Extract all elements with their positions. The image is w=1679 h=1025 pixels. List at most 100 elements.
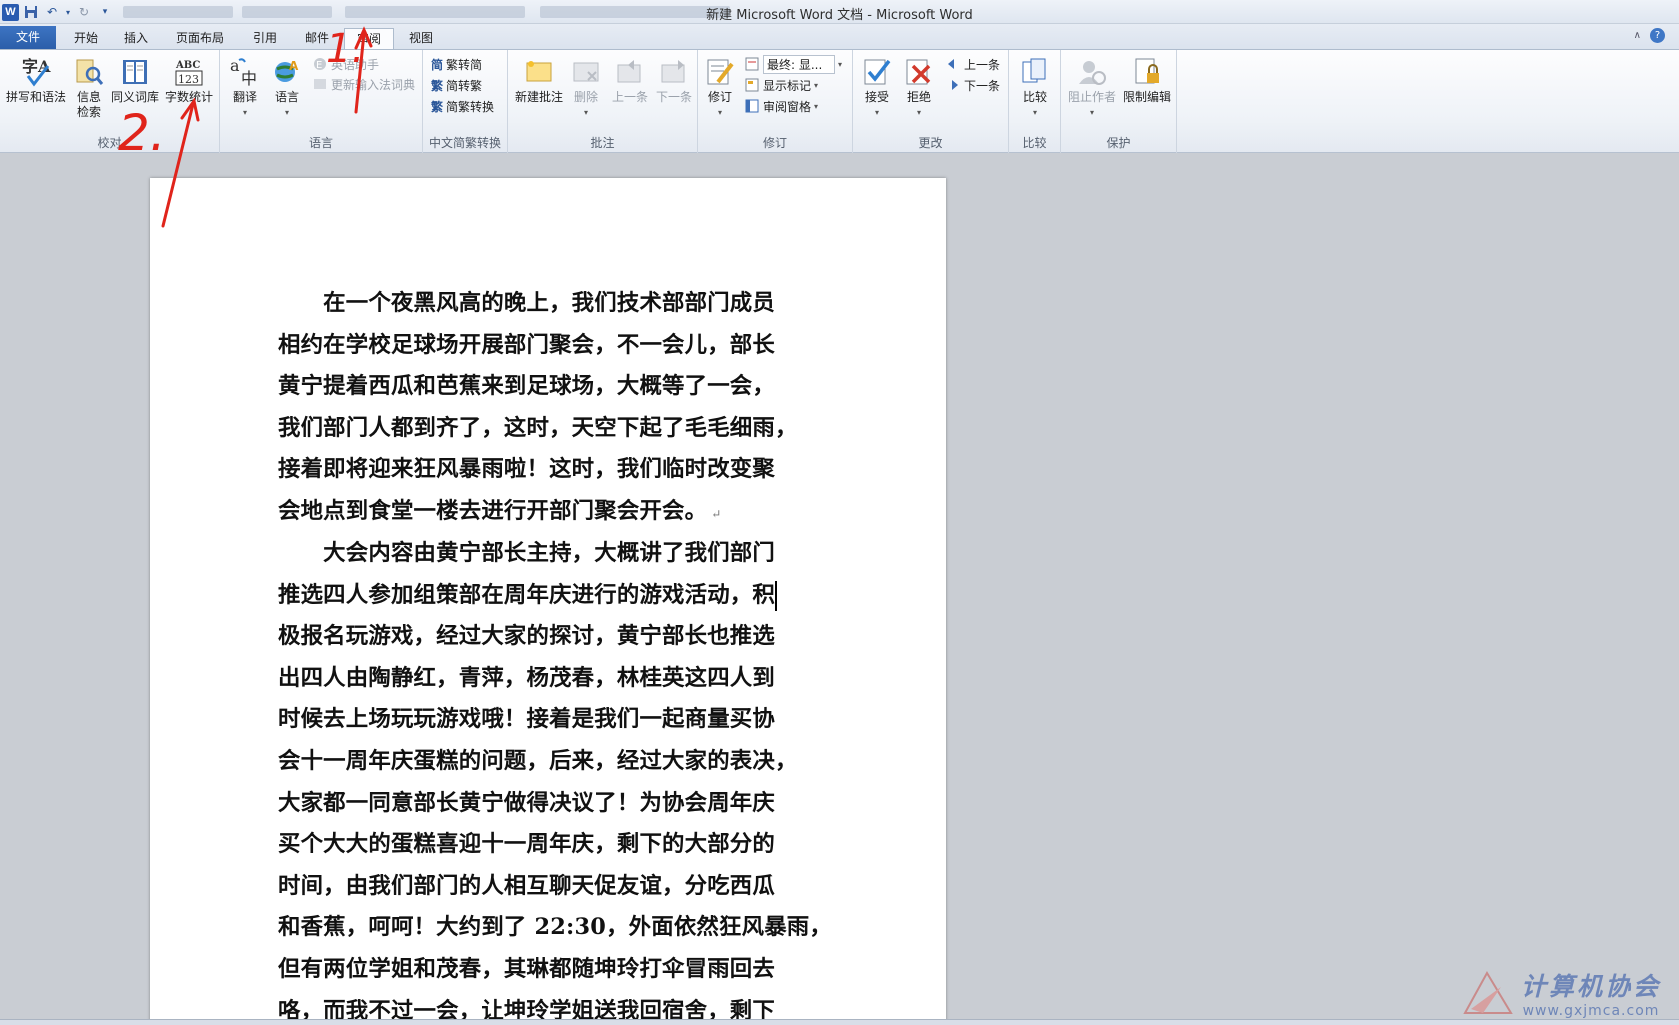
display-for-review-select[interactable]: 最终: 显... ▾ — [744, 54, 842, 74]
text-line: 黄宁提着西瓜和芭蕉来到足球场，大概等了一会， — [278, 373, 775, 400]
reviewing-pane-dropdown-icon: ▾ — [814, 101, 819, 111]
show-markup-button[interactable]: 显示标记 ▾ — [744, 75, 818, 95]
document-paragraph-1[interactable]: 在一个夜黑风高的晚上，我们技术部部门成员 相约在学校足球场开展部门聚会，不一会儿… — [278, 283, 838, 533]
conversion-icon: 繁 — [431, 99, 444, 114]
restrict-editing-lock-icon — [1135, 58, 1159, 84]
word-count-button[interactable]: ABC 123 字数统计 — [160, 56, 218, 105]
restrict-editing-button[interactable]: 限制编辑 — [1119, 56, 1175, 105]
reject-icon — [906, 59, 931, 85]
accept-icon — [864, 59, 891, 85]
previous-comment-button[interactable]: 上一条 — [608, 56, 652, 105]
group-language: a中 翻译 ▾ A 语言 ▾ E 英语助手 更新输入法词典 语言 — [220, 50, 423, 153]
minimize-ribbon-icon[interactable]: ∧ — [1634, 30, 1641, 41]
text-line: 出四人由陶静红，青萍，杨茂春，林桂英这四人到 — [278, 664, 775, 691]
document-page[interactable]: 在一个夜黑风高的晚上，我们技术部部门成员 相约在学校足球场开展部门聚会，不一会儿… — [150, 178, 946, 1025]
simp-to-trad-icon: 繁 — [431, 78, 444, 93]
group-label-compare: 比较 — [1022, 136, 1047, 150]
translate-dropdown-icon: ▾ — [242, 108, 247, 117]
next-comment-label: 下一条 — [655, 90, 692, 104]
reject-label: 拒绝 — [906, 90, 931, 104]
new-comment-button[interactable]: 新建批注 — [512, 56, 566, 105]
text-line: 接着即将迎来狂风暴雨啦！这时，我们临时改变聚 — [278, 456, 775, 483]
group-changes: 接受 ▾ 拒绝 ▾ 上一条 下一条 更改 — [853, 50, 1009, 153]
group-chinese-conversion: 简 繁转简 繁 简转繁 繁 简繁转换 中文简繁转换 — [423, 50, 508, 153]
research-icon — [76, 59, 104, 85]
chinese-conversion-button[interactable]: 繁 简繁转换 — [431, 96, 494, 116]
display-review-icon — [745, 57, 759, 71]
tab-references[interactable]: 引用 — [245, 28, 285, 49]
language-globe-icon: A — [275, 59, 299, 82]
watermark-url: www.gxjmca.com — [1522, 1003, 1660, 1019]
text-line: 相约在学校足球场开展部门聚会，不一会儿，部长 — [278, 331, 775, 358]
group-label-protect: 保护 — [1106, 136, 1131, 150]
title-bar: W ↶ ▾ ↻ ▾ 新建 Microsoft Word 文档 - Microso… — [0, 0, 1679, 24]
ribbon-tabs: 文件 开始 插入 页面布局 引用 邮件 审阅 视图 ∧ ? — [0, 24, 1679, 49]
next-comment-button[interactable]: 下一条 — [652, 56, 696, 105]
tab-view[interactable]: 视图 — [401, 28, 441, 49]
tab-mailings[interactable]: 邮件 — [297, 28, 337, 49]
spelling-grammar-button[interactable]: 字A 拼写和语法 — [4, 56, 68, 105]
svg-text:A: A — [289, 59, 299, 73]
block-authors-button[interactable]: 阻止作者 ▾ — [1065, 56, 1119, 120]
text-line-with-cursor: 推选四人参加组策部在周年庆进行的游戏活动，积 — [278, 575, 838, 617]
update-ime-label: 更新输入法词典 — [331, 77, 416, 92]
word-count-icon: ABC 123 — [175, 60, 203, 86]
document-canvas[interactable]: 在一个夜黑风高的晚上，我们技术部部门成员 相约在学校足球场开展部门聚会，不一会儿… — [0, 154, 1679, 1025]
display-review-dropdown-icon: ▾ — [838, 59, 843, 69]
tab-insert[interactable]: 插入 — [116, 28, 156, 49]
trad-to-simp-label: 繁转简 — [446, 57, 483, 72]
accept-dropdown-icon: ▾ — [874, 108, 879, 117]
conversion-label: 简繁转换 — [446, 99, 495, 114]
svg-text:ABC: ABC — [175, 60, 200, 71]
spelling-label: 拼写和语法 — [5, 90, 66, 104]
research-label-1: 信息 — [76, 90, 101, 104]
language-dropdown-icon: ▾ — [284, 108, 289, 117]
svg-text:中: 中 — [241, 69, 257, 88]
text-line: 在一个夜黑风高的晚上，我们技术部部门成员 — [278, 290, 775, 316]
tab-review[interactable]: 审阅 — [344, 28, 394, 49]
watermark: 计算机协会 www.gxjmca.com — [1461, 967, 1661, 1019]
show-markup-dropdown-icon: ▾ — [814, 80, 819, 90]
previous-change-button[interactable]: 上一条 — [945, 54, 1000, 74]
watermark-title: 计算机协会 — [1520, 972, 1661, 1001]
text-line: 时候去上场玩玩游戏哦！接着是我们一起商量买协 — [278, 706, 775, 733]
track-changes-button[interactable]: 修订 ▾ — [700, 56, 740, 120]
research-button[interactable]: 信息 检索 — [70, 56, 108, 120]
document-paragraph-2[interactable]: 大会内容由黄宁部长主持，大概讲了我们部门 推选四人参加组策部在周年庆进行的游戏活… — [278, 533, 838, 1025]
svg-text:a: a — [230, 56, 240, 75]
translate-label: 翻译 — [232, 90, 257, 104]
translate-button[interactable]: a中 翻译 ▾ — [226, 56, 264, 120]
paragraph-mark-icon: ↵ — [707, 506, 722, 521]
tab-file[interactable]: 文件 — [0, 26, 56, 49]
tab-page-layout[interactable]: 页面布局 — [168, 28, 232, 49]
block-authors-dropdown-icon: ▾ — [1089, 108, 1094, 117]
accept-button[interactable]: 接受 ▾ — [857, 56, 897, 120]
compare-button[interactable]: 比较 ▾ — [1015, 56, 1055, 120]
text-line: 买个大大的蛋糕喜迎十一周年庆，剩下的大部分的 — [278, 831, 775, 858]
help-icon[interactable]: ? — [1650, 28, 1665, 43]
next-change-button[interactable]: 下一条 — [945, 75, 1000, 95]
group-tracking: 修订 ▾ 最终: 显... ▾ 显示标记 ▾ 审阅窗格 ▾ 修订 — [698, 50, 853, 153]
next-change-label: 下一条 — [964, 78, 1001, 93]
delete-comment-button[interactable]: 删除 ▾ — [566, 56, 606, 120]
group-label-chinese: 中文简繁转换 — [428, 136, 501, 150]
trad-to-simp-icon: 简 — [431, 57, 444, 72]
language-button[interactable]: A 语言 ▾ — [268, 56, 306, 120]
new-comment-label: 新建批注 — [514, 90, 563, 104]
thesaurus-button[interactable]: 同义词库 — [110, 56, 160, 105]
simplified-to-traditional-button[interactable]: 繁 简转繁 — [431, 75, 482, 95]
text-line: 和香蕉，呵呵！大约到了 22:30，外面依然狂风暴雨， — [278, 914, 832, 941]
tab-home[interactable]: 开始 — [66, 28, 106, 49]
reviewing-pane-button[interactable]: 审阅窗格 ▾ — [744, 96, 818, 116]
track-changes-label: 修订 — [707, 90, 732, 104]
delete-comment-label: 删除 — [573, 90, 598, 104]
track-changes-icon — [707, 59, 734, 85]
update-ime-dictionary-button[interactable]: 更新输入法词典 — [312, 74, 415, 94]
display-review-value: 最终: 显... — [763, 54, 835, 74]
traditional-to-simplified-button[interactable]: 简 繁转简 — [431, 54, 482, 74]
english-assistant-button[interactable]: E 英语助手 — [312, 54, 379, 74]
english-assistant-icon: E — [314, 58, 326, 71]
reject-button[interactable]: 拒绝 ▾ — [899, 56, 939, 120]
english-assistant-label: 英语助手 — [331, 57, 380, 72]
text-line: 大会内容由黄宁部长主持，大概讲了我们部门 — [278, 540, 775, 566]
